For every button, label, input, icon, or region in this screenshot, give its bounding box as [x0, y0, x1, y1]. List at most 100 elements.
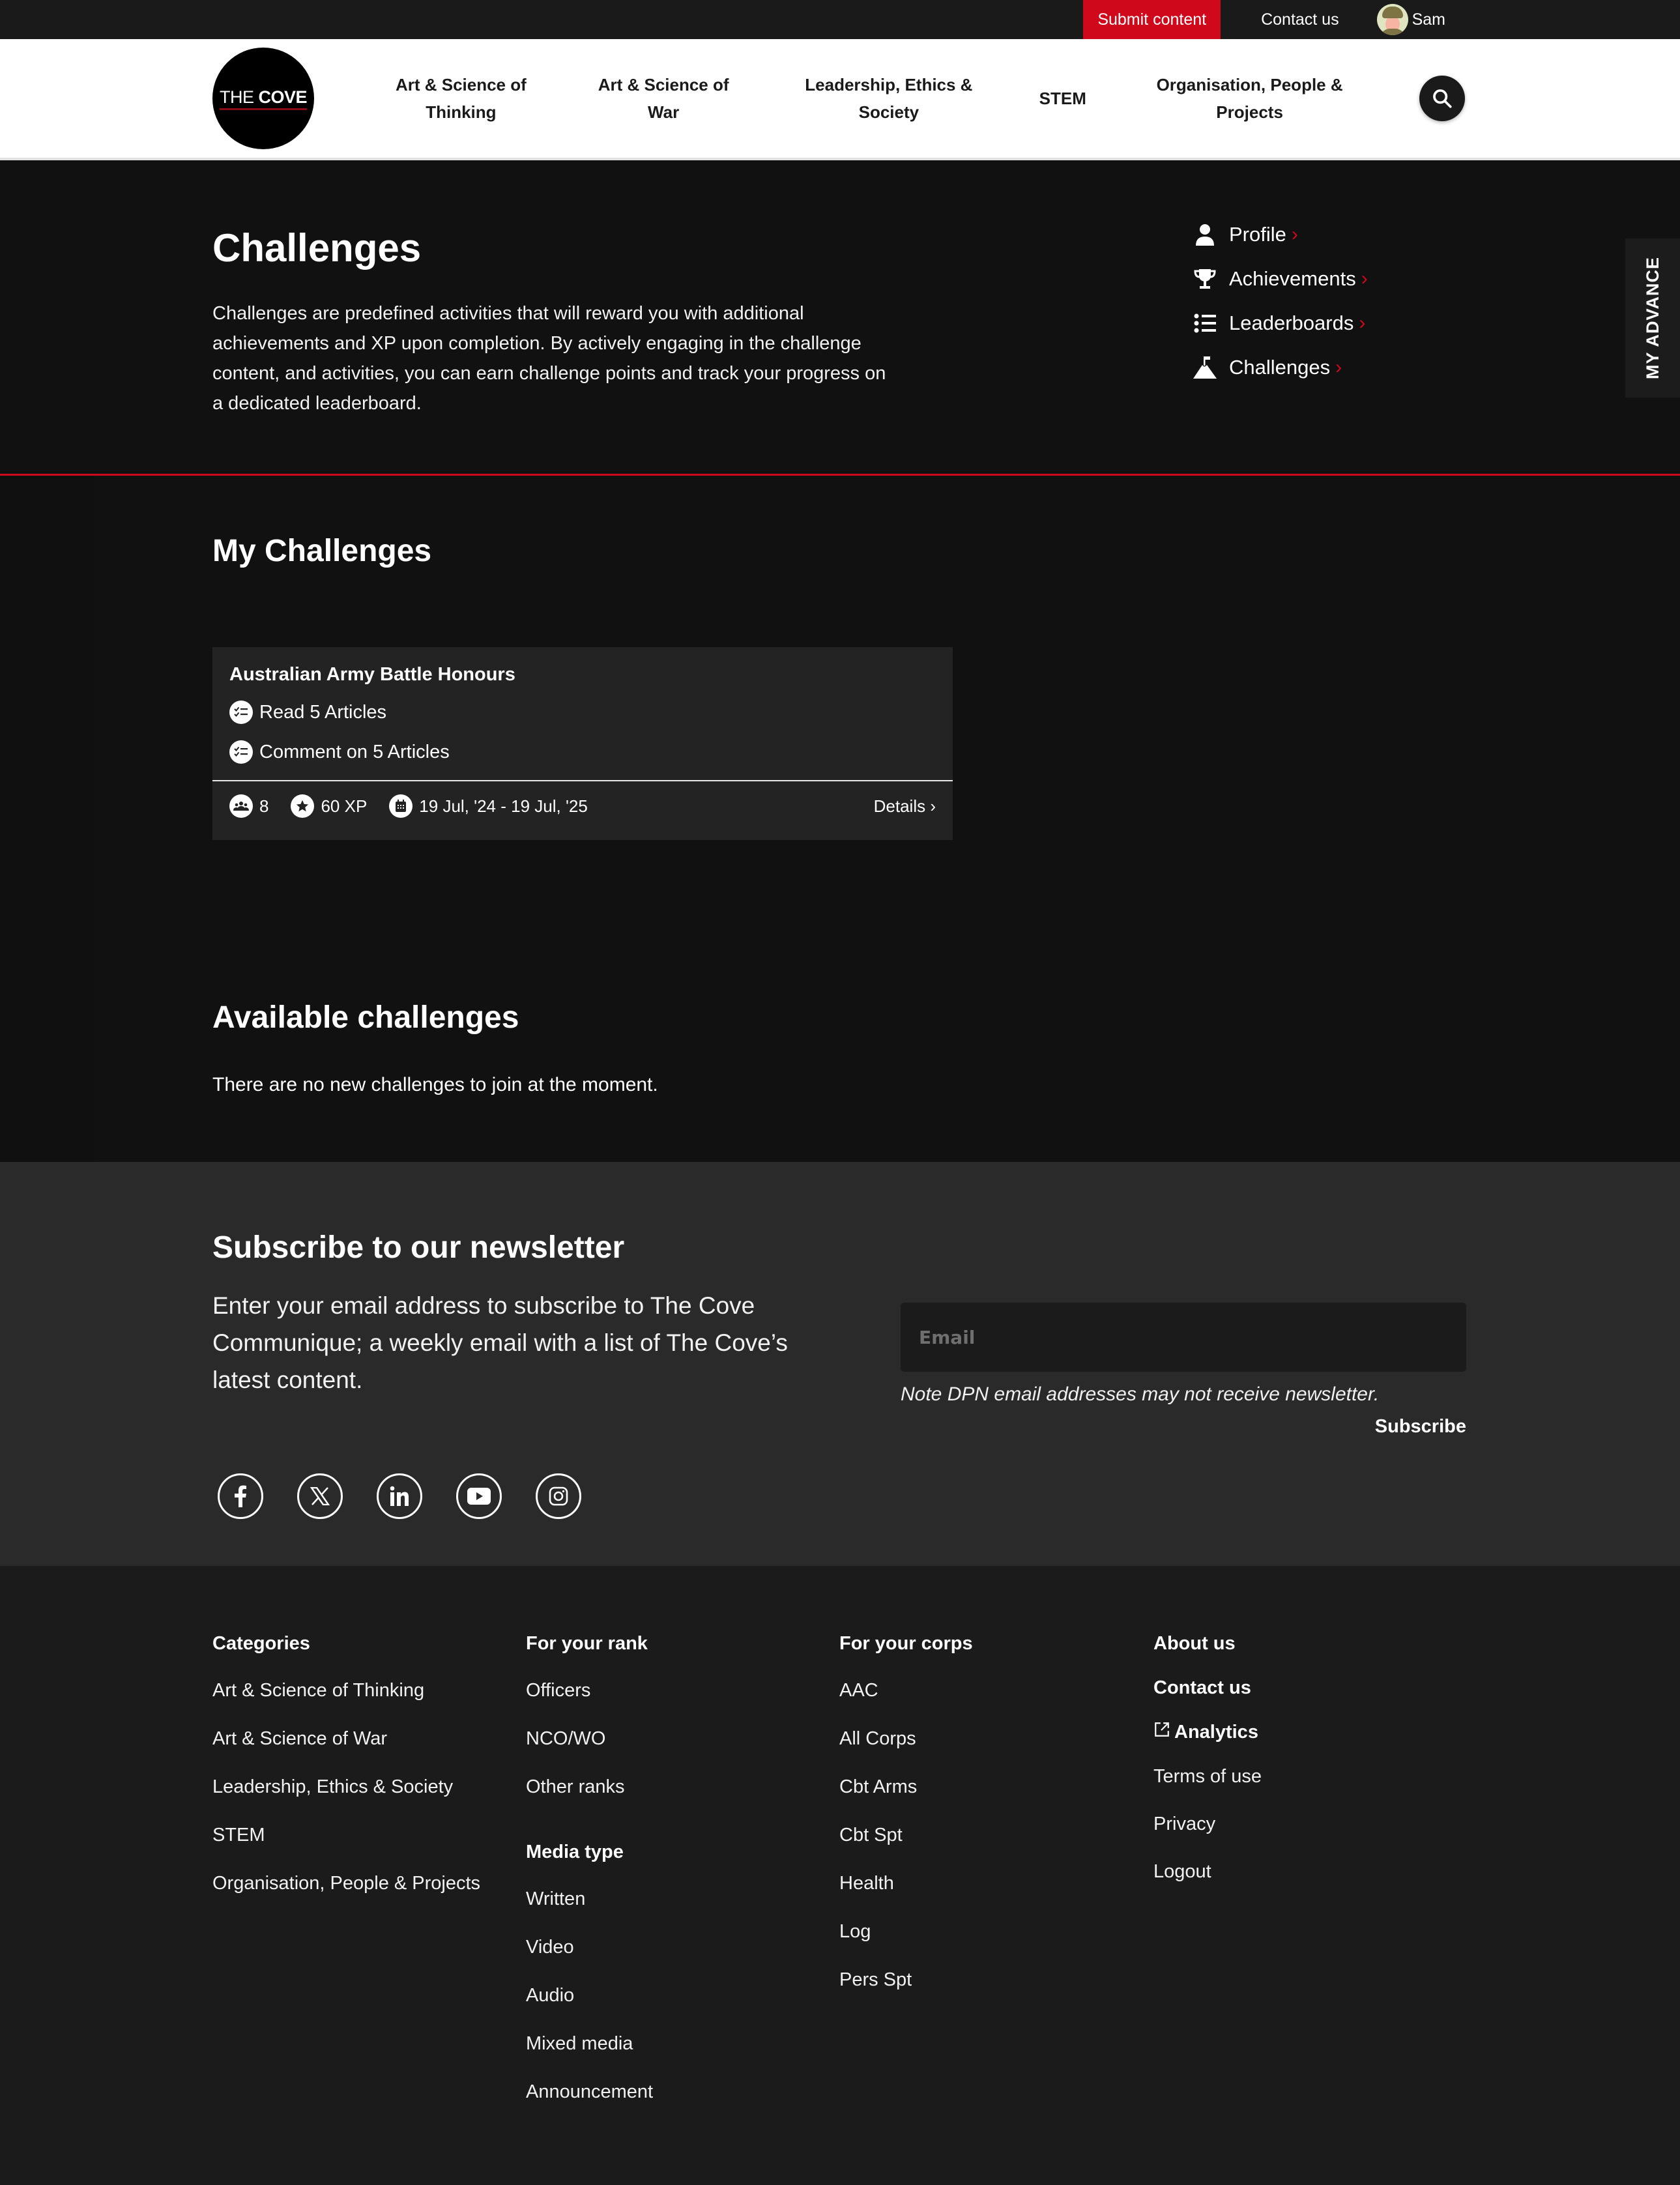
footer-link[interactable]: Cbt Arms [839, 1773, 973, 1821]
xp-reward: 60 XP [321, 796, 368, 816]
avatar [1376, 4, 1408, 35]
left-gutter [0, 476, 98, 1162]
challenge-task: Comment on 5 Articles [229, 740, 450, 764]
footer-link[interactable]: Art & Science of Thinking [212, 1677, 480, 1725]
search-icon [1433, 89, 1452, 108]
quick-link-leaderboards[interactable]: Leaderboards › [1193, 301, 1368, 345]
quick-link-challenges[interactable]: Challenges › [1193, 345, 1368, 390]
instagram-link[interactable] [536, 1473, 581, 1519]
youtube-icon [467, 1488, 491, 1505]
footer-link[interactable]: Announcement [526, 2078, 653, 2126]
user-name: Sam [1412, 10, 1445, 29]
x-icon [310, 1487, 330, 1505]
my-advance-tab[interactable]: MY ADVANCE [1625, 239, 1680, 398]
footer-link[interactable]: Logout [1153, 1858, 1262, 1905]
footer-link[interactable]: Officers [526, 1677, 653, 1725]
footer-link[interactable]: Written [526, 1885, 653, 1933]
challenge-title: Australian Army Battle Honours [229, 664, 515, 685]
footer-link[interactable]: NCO/WO [526, 1725, 653, 1773]
email-input[interactable] [901, 1303, 1466, 1372]
footer-link[interactable]: Mixed media [526, 2030, 653, 2078]
user-icon [1196, 224, 1214, 246]
x-link[interactable] [297, 1473, 343, 1519]
main-nav: Art & Science of Thinking Art & Science … [314, 71, 1419, 126]
task-label: Read 5 Articles [259, 701, 387, 723]
footer-link[interactable]: Organisation, People & Projects [212, 1870, 480, 1918]
task-label: Comment on 5 Articles [259, 741, 450, 762]
quick-link-label: Profile [1229, 223, 1286, 246]
chevron-right-icon: › [1359, 312, 1366, 334]
footer-link[interactable]: STEM [212, 1821, 480, 1870]
my-advance-links: Profile › Achievements › Leaderboards › Cha… [1193, 212, 1368, 390]
site-header: THE COVE Art & Science of Thinking Art &… [0, 39, 1680, 160]
footer-about-us-link[interactable]: About us [1153, 1630, 1262, 1674]
page-description: Challenges are predefined activities tha… [212, 303, 886, 414]
newsletter-description: Enter your email address to subscribe to… [212, 1292, 788, 1393]
challenge-details-link[interactable]: Details › [874, 796, 936, 817]
footer-link[interactable]: AAC [839, 1677, 973, 1725]
the-cove-logo[interactable]: THE COVE [212, 48, 314, 149]
footer-link[interactable]: Audio [526, 1982, 653, 2030]
footer-link[interactable]: Health [839, 1870, 973, 1918]
footer-categories: Categories Art & Science of Thinking Art… [212, 1630, 480, 1918]
footer-link[interactable]: Cbt Spt [839, 1821, 973, 1870]
footer-analytics-link[interactable]: Analytics [1153, 1718, 1262, 1763]
footer-link[interactable]: Other ranks [526, 1773, 653, 1821]
star-icon [297, 800, 309, 812]
nav-item-art-science-thinking[interactable]: Art & Science of Thinking [386, 71, 536, 126]
nav-item-organisation-people-projects[interactable]: Organisation, People & Projects [1139, 71, 1361, 126]
footer-link[interactable]: Privacy [1153, 1810, 1262, 1858]
newsletter-heading: Subscribe to our newsletter [212, 1230, 625, 1265]
my-advance-label: MY ADVANCE [1642, 256, 1662, 380]
submit-content-button[interactable]: Submit content [1083, 0, 1221, 39]
instagram-icon [549, 1486, 568, 1506]
footer-heading-rank: For your rank [526, 1633, 648, 1654]
participants-icon [233, 802, 249, 811]
chevron-right-icon: › [1361, 268, 1368, 289]
mountain-flag-icon [1193, 356, 1217, 379]
calendar-icon [396, 800, 407, 812]
challenge-task: Read 5 Articles [229, 701, 386, 724]
page-title: Challenges [212, 226, 422, 270]
footer-link[interactable]: Pers Spt [839, 1966, 973, 2014]
checklist-icon [234, 746, 248, 757]
nav-item-stem[interactable]: STEM [1039, 85, 1086, 112]
footer-heading-categories: Categories [212, 1633, 310, 1654]
footer-link[interactable]: Log [839, 1918, 973, 1966]
facebook-icon [235, 1485, 246, 1507]
user-menu[interactable]: Sam [1367, 0, 1445, 39]
footer-link[interactable]: Leadership, Ethics & Society [212, 1773, 480, 1821]
footer-contact-us-link[interactable]: Contact us [1153, 1674, 1262, 1718]
quick-link-label: Achievements [1229, 267, 1356, 290]
site-footer: Categories Art & Science of Thinking Art… [0, 1566, 1680, 2185]
newsletter-section: Subscribe to our newsletter Enter your e… [0, 1162, 1680, 1566]
footer-corps: For your corps AAC All Corps Cbt Arms Cb… [839, 1630, 973, 2014]
linkedin-icon [390, 1486, 409, 1506]
utility-bar: Submit content Contact us Sam [0, 0, 1680, 39]
trophy-icon [1194, 269, 1216, 289]
quick-link-achievements[interactable]: Achievements › [1193, 257, 1368, 301]
footer-heading-media-type: Media type [526, 1842, 624, 1862]
no-challenges-message: There are no new challenges to join at t… [212, 1074, 658, 1095]
subscribe-button[interactable]: Subscribe [1375, 1416, 1466, 1438]
nav-item-leadership-ethics-society[interactable]: Leadership, Ethics & Society [791, 71, 987, 126]
footer-link[interactable]: All Corps [839, 1725, 973, 1773]
chevron-right-icon: › [1335, 356, 1342, 378]
list-icon [1194, 313, 1216, 333]
youtube-link[interactable] [456, 1473, 502, 1519]
footer-about: About us Contact us Analytics Terms of u… [1153, 1630, 1262, 1905]
quick-link-profile[interactable]: Profile › [1193, 212, 1368, 257]
facebook-link[interactable] [218, 1473, 263, 1519]
footer-link[interactable]: Video [526, 1933, 653, 1982]
quick-link-label: Challenges [1229, 356, 1331, 379]
available-challenges-heading: Available challenges [212, 1000, 519, 1035]
challenge-card: Australian Army Battle Honours Read 5 Ar… [212, 647, 953, 840]
challenge-meta: 8 60 XP 19 Jul, '24 - 19 Jul, '25 [229, 794, 588, 818]
nav-item-art-science-war[interactable]: Art & Science of War [588, 71, 738, 126]
contact-us-link[interactable]: Contact us [1221, 0, 1367, 39]
linkedin-link[interactable] [377, 1473, 422, 1519]
footer-link[interactable]: Art & Science of War [212, 1725, 480, 1773]
footer-link[interactable]: Terms of use [1153, 1763, 1262, 1810]
card-divider [212, 780, 953, 781]
search-button[interactable] [1419, 76, 1465, 121]
